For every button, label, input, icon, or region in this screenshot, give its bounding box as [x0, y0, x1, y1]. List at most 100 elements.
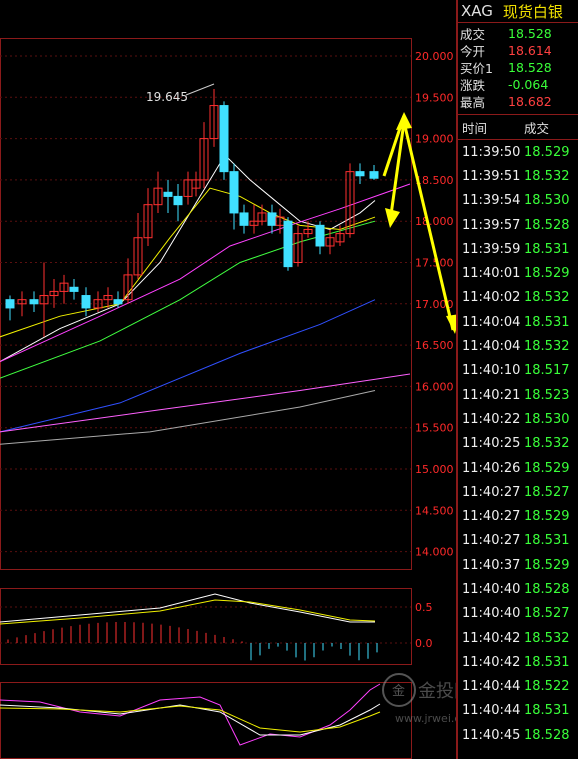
tick-price: 18.532: [524, 339, 570, 355]
tick-row: 11:40:40 18.528: [458, 577, 578, 601]
tick-price: 18.527: [524, 484, 570, 500]
candle-body: [267, 212, 277, 226]
tick-price: 18.529: [524, 460, 570, 476]
tick-price: 18.531: [524, 533, 570, 549]
tick-price: 18.528: [524, 727, 570, 743]
tick-row: 11:39:57 18.528: [458, 213, 578, 237]
quote-value: 18.528: [508, 60, 552, 75]
watermark-url: www.jrwei.com: [395, 712, 456, 725]
candle-body: [173, 195, 183, 206]
price-tick-label: 14.500: [415, 504, 454, 517]
tick-time: 11:39:57: [462, 217, 521, 233]
tick-price: 18.532: [524, 436, 570, 452]
price-tick-label: 18.000: [415, 215, 454, 228]
kdj-indicator: [0, 683, 381, 746]
tick-price: 18.529: [524, 266, 570, 282]
tick-time: 11:39:59: [462, 241, 521, 257]
macd-indicator: [0, 593, 378, 661]
tick-time: 11:40:22: [462, 411, 521, 427]
tick-time: 11:40:26: [462, 460, 521, 476]
candles: [5, 89, 379, 337]
tick-row: 11:40:04 18.532: [458, 334, 578, 358]
tick-row: 11:40:42 18.532: [458, 626, 578, 650]
tick-row: 11:39:54 18.530: [458, 189, 578, 213]
price-tick-label: 15.500: [415, 422, 454, 435]
candle-body: [283, 220, 293, 268]
tick-row: 11:40:27 18.527: [458, 480, 578, 504]
macd-tick-label: 0.0: [415, 637, 433, 650]
tick-price: 18.531: [524, 703, 570, 719]
tick-price: 18.528: [524, 581, 570, 597]
price-axis: 20.00019.50019.00018.50018.00017.50017.0…: [415, 50, 454, 650]
candle-body: [239, 212, 249, 226]
tick-price: 18.531: [524, 654, 570, 670]
quote-row: 买价1 18.528: [458, 59, 578, 76]
tick-row: 11:40:44 18.531: [458, 699, 578, 723]
tick-row: 11:40:26 18.529: [458, 456, 578, 480]
macd-tick-label: 0.5: [415, 601, 433, 614]
tick-time: 11:40:01: [462, 266, 521, 282]
tick-time: 11:40:27: [462, 484, 521, 500]
tick-time: 11:40:10: [462, 363, 521, 379]
tick-price: 18.517: [524, 363, 570, 379]
symbol-header[interactable]: XAG 现货白银: [458, 0, 578, 23]
tick-row: 11:40:10 18.517: [458, 359, 578, 383]
high-label-leader: [185, 83, 215, 96]
tick-time: 11:40:27: [462, 533, 521, 549]
tick-row: 11:40:45 18.528: [458, 723, 578, 747]
ma60-line: [0, 299, 376, 433]
tick-time: 11:40:40: [462, 581, 521, 597]
tick-time: 11:40:45: [462, 727, 521, 743]
tick-time: 11:40:42: [462, 654, 521, 670]
ticks-header: 时间 成交: [458, 114, 578, 140]
tick-price: 18.532: [524, 630, 570, 646]
watermark-logo: 金 金投网 www.jrwei.com: [382, 673, 456, 725]
candle-body: [163, 191, 173, 197]
quote-sidebar: XAG 现货白银 成交 18.528 今开 18.614 买价1 18.528 涨跌 -0.0…: [456, 0, 578, 759]
tick-list[interactable]: 11:39:50 18.529 11:39:51 18.532 11:39:54 18.5…: [458, 140, 578, 747]
ma250-line: [0, 390, 376, 445]
candle-body: [29, 299, 39, 305]
tick-price: 18.531: [524, 314, 570, 330]
price-tick-label: 15.000: [415, 463, 454, 476]
price-chart[interactable]: 20.00019.50019.00018.50018.00017.50017.0…: [0, 0, 456, 759]
symbol-name: 现货白银: [502, 2, 563, 21]
tick-row: 11:40:37 18.529: [458, 553, 578, 577]
tick-price: 18.529: [524, 144, 570, 160]
tick-price: 18.529: [524, 509, 570, 525]
quote-row: 涨跌 -0.064: [458, 76, 578, 93]
tick-time: 11:39:50: [462, 144, 521, 160]
tick-row: 11:39:51 18.532: [458, 164, 578, 188]
macd-dif-line: [0, 593, 375, 623]
tick-price: 18.531: [524, 241, 570, 257]
tick-price: 18.522: [524, 679, 570, 695]
watermark-brand: 金投网: [418, 681, 456, 702]
arrow-head-down-right: [446, 314, 456, 334]
kdj-j-line: [0, 683, 381, 746]
tick-price: 18.530: [524, 193, 570, 209]
tick-time: 11:40:04: [462, 314, 521, 330]
candle-body: [69, 286, 79, 292]
tick-row: 11:40:02 18.532: [458, 286, 578, 310]
candle-body: [315, 224, 325, 247]
tick-row: 11:40:27 18.529: [458, 504, 578, 528]
tick-price: 18.527: [524, 606, 570, 622]
quote-value: 18.614: [508, 43, 552, 58]
price-tick-label: 14.000: [415, 546, 454, 559]
tick-time: 11:40:04: [462, 339, 521, 355]
ticks-header-time: 时间: [462, 120, 488, 136]
tick-time: 11:39:54: [462, 193, 521, 209]
tick-time: 11:40:21: [462, 387, 521, 403]
tick-row: 11:40:22 18.530: [458, 407, 578, 431]
tick-row: 11:39:59 18.531: [458, 237, 578, 261]
tick-time: 11:40:42: [462, 630, 521, 646]
tick-row: 11:40:40 18.527: [458, 602, 578, 626]
quote-value: -0.064: [508, 77, 549, 92]
quote-row: 最高 18.682: [458, 93, 578, 110]
candle-body: [81, 295, 91, 309]
tick-row: 11:40:42 18.531: [458, 650, 578, 674]
svg-text:金: 金: [392, 683, 405, 699]
tick-price: 18.528: [524, 217, 570, 233]
tick-row: 11:40:04 18.531: [458, 310, 578, 334]
quote-panel: 成交 18.528 今开 18.614 买价1 18.528 涨跌 -0.064 最高 18.68…: [458, 25, 578, 110]
